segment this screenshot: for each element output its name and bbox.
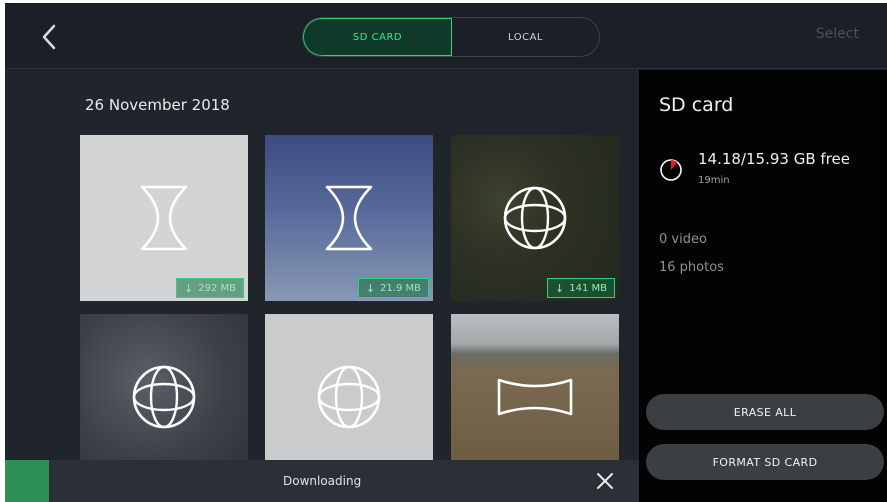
storage-info: 14.18/15.93 GB free 19min [659, 150, 879, 194]
download-status-text: Downloading [283, 474, 362, 488]
storage-pie-icon [660, 159, 682, 181]
hourglass-lens-icon [321, 183, 377, 253]
app-window: SD CARD LOCAL Select 26 November 2018 ↓ … [5, 3, 887, 502]
media-thumbnail[interactable] [451, 314, 619, 480]
download-arrow-icon: ↓ [365, 281, 376, 295]
sphere-globe-icon [131, 364, 197, 430]
close-download-button[interactable] [596, 472, 614, 490]
tab-local[interactable]: LOCAL [452, 18, 599, 56]
download-size-badge[interactable]: ↓ 292 MB [176, 278, 244, 298]
file-size: 141 MB [569, 282, 607, 294]
source-tabs: SD CARD LOCAL [302, 17, 600, 57]
chevron-left-icon [42, 24, 56, 50]
back-button[interactable] [35, 21, 63, 53]
format-sd-card-button[interactable]: FORMAT SD CARD [646, 444, 884, 480]
sd-card-panel: SD card 14.18/15.93 GB free 19min 0 vide… [639, 70, 887, 502]
sphere-globe-icon [502, 185, 568, 251]
download-bar: Downloading [5, 460, 639, 502]
hourglass-lens-icon [136, 183, 192, 253]
top-bar: SD CARD LOCAL Select [5, 3, 887, 69]
sphere-globe-icon [316, 364, 382, 430]
photo-count: 16 photos [659, 260, 724, 275]
erase-all-button[interactable]: ERASE ALL [646, 394, 884, 430]
panel-title: SD card [659, 94, 734, 116]
download-size-badge[interactable]: ↓ 21.9 MB [357, 278, 429, 298]
date-heading: 26 November 2018 [85, 96, 230, 114]
select-button[interactable]: Select [816, 26, 859, 42]
download-progress [5, 460, 49, 502]
download-arrow-icon: ↓ [555, 281, 565, 295]
close-icon [597, 473, 613, 489]
tab-sd-card[interactable]: SD CARD [303, 18, 452, 56]
media-thumbnail[interactable]: ↓ 21.9 MB [265, 135, 433, 301]
media-thumbnail[interactable]: ↓ 141 MB [451, 135, 619, 301]
download-arrow-icon: ↓ [184, 281, 194, 295]
storage-time-text: 19min [698, 175, 730, 186]
download-size-badge[interactable]: ↓ 141 MB [547, 278, 615, 298]
storage-free-text: 14.18/15.93 GB free [698, 150, 850, 168]
file-size: 292 MB [198, 282, 236, 294]
media-gallery: 26 November 2018 ↓ 292 MB ↓ 21.9 MB ↓ 14… [5, 70, 639, 480]
media-thumbnail[interactable] [80, 314, 248, 480]
file-size: 21.9 MB [380, 282, 421, 294]
media-thumbnail[interactable] [265, 314, 433, 480]
panorama-icon [495, 376, 575, 418]
media-thumbnail[interactable]: ↓ 292 MB [80, 135, 248, 301]
video-count: 0 video [659, 232, 707, 247]
